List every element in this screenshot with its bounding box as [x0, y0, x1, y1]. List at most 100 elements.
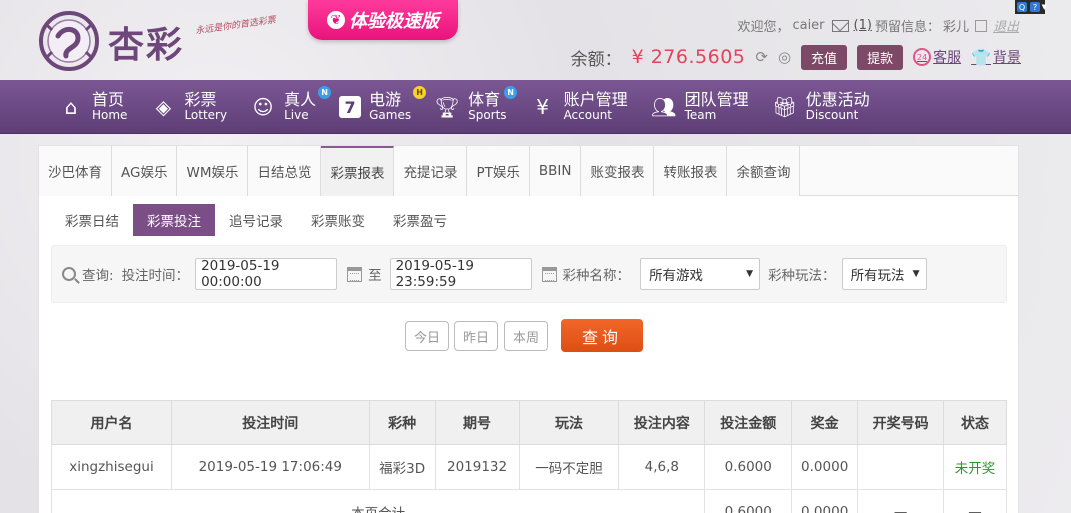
- new-badge: N: [504, 86, 518, 99]
- nav-item-sports[interactable]: 🏆︎ 体育 Sports N: [426, 80, 521, 134]
- nav-en-label: Sports: [468, 108, 507, 123]
- nav-cn-label: 电游: [369, 90, 402, 110]
- username: caier: [792, 18, 825, 33]
- tab-saba-sports[interactable]: 沙巴体育: [39, 146, 112, 196]
- col-lottery: 彩种: [368, 400, 436, 445]
- subtotal-row: 本页合计 0.6000 0.0000 — —: [50, 489, 1007, 513]
- start-time-input[interactable]: 2019-05-19 00:00:00: [195, 258, 338, 290]
- calendar-icon[interactable]: [541, 266, 557, 282]
- col-bet-amount: 投注金额: [704, 400, 793, 445]
- nav-item-account[interactable]: ¥ 账户管理 Account: [522, 80, 643, 134]
- main-nav: ⌂ 首页 Home ◈ 彩票 Lottery ☺ 真人 Live N 7 电游 Game…: [0, 80, 1071, 134]
- brand-name[interactable]: 杏彩: [108, 16, 184, 68]
- home-icon: ⌂: [64, 95, 78, 119]
- col-prize: 奖金: [791, 400, 859, 445]
- mail-icon[interactable]: [831, 19, 849, 32]
- subtab-lottery-bets[interactable]: 彩票投注: [133, 204, 215, 236]
- tab-transfer-report[interactable]: 转账报表: [654, 146, 728, 196]
- tab-account-change[interactable]: 账变报表: [581, 146, 655, 196]
- play-method-select-value: 所有玩法: [850, 268, 905, 284]
- tab-bbin[interactable]: BBIN: [529, 146, 582, 196]
- col-bet-content: 投注内容: [618, 400, 706, 445]
- logout-link[interactable]: 退出: [993, 16, 1019, 35]
- customer-service-label: 客服: [933, 50, 962, 66]
- yesterday-button[interactable]: 昨日: [454, 321, 498, 351]
- col-draw-number: 开奖号码: [857, 400, 945, 445]
- tab-ag[interactable]: AG娱乐: [112, 146, 178, 196]
- nav-cn-label: 彩票: [184, 90, 217, 110]
- cell-draw-number: [857, 444, 945, 490]
- this-week-button[interactable]: 本周: [504, 321, 548, 351]
- brand-logo-icon[interactable]: [38, 10, 100, 72]
- user-topbar: 欢迎您， caier (1) 预留信息： 彩儿 退出: [737, 16, 1019, 35]
- nav-en-label: Team: [684, 108, 717, 123]
- table-row[interactable]: xingzhisegui 2019-05-19 17:06:49 福彩3D 20…: [51, 444, 1007, 490]
- nav-item-team[interactable]: 👥︎ 团队管理 Team: [643, 80, 764, 134]
- play-method-label: 彩种玩法：: [768, 268, 836, 284]
- bet-records-table: 用户名 投注时间 彩种 期号 玩法 投注内容 投注金额 奖金 开奖号码 状态 x…: [50, 400, 1007, 513]
- report-tabs: 沙巴体育 AG娱乐 WM娱乐 日结总览 彩票报表 充提记录 PT娱乐 BBIN …: [39, 146, 1018, 196]
- cell-bet-amount: 0.6000: [704, 444, 793, 490]
- refresh-icon[interactable]: ⟳: [755, 48, 768, 66]
- trophy-icon: 🏆︎: [434, 95, 460, 119]
- nav-item-live[interactable]: ☺ 真人 Live N: [242, 80, 332, 134]
- promo-fast-version-button[interactable]: ❦ 体验极速版: [308, 0, 458, 40]
- help-icon[interactable]: ?: [1030, 2, 1040, 12]
- subtotal-prize: 0.0000: [791, 489, 859, 513]
- tray-chevron-down-icon[interactable]: ▼: [1042, 3, 1047, 11]
- system-tray: Q ?: [1015, 0, 1045, 14]
- to-label: 至: [368, 268, 382, 284]
- shirt-icon: 👕: [971, 47, 991, 67]
- cell-play: 一码不定胆: [518, 444, 620, 490]
- nav-cn-label: 团队管理: [684, 90, 749, 110]
- subtotal-status: —: [943, 489, 1007, 513]
- subtab-lottery-profit[interactable]: 彩票盈亏: [379, 204, 461, 236]
- headset-24-icon: 24: [913, 48, 932, 66]
- nav-item-lottery[interactable]: ◈ 彩票 Lottery: [142, 80, 242, 134]
- tab-wm[interactable]: WM娱乐: [177, 146, 249, 196]
- message-count-link[interactable]: (1): [854, 18, 872, 33]
- cell-username: xingzhisegui: [51, 444, 172, 490]
- subtab-lottery-account-change[interactable]: 彩票账变: [297, 204, 379, 236]
- table-header-row: 用户名 投注时间 彩种 期号 玩法 投注内容 投注金额 奖金 开奖号码 状态: [51, 400, 1007, 445]
- subtab-chase-records[interactable]: 追号记录: [215, 204, 297, 236]
- bet-time-label: 投注时间：: [121, 268, 190, 284]
- nav-item-home[interactable]: ⌂ 首页 Home: [50, 80, 142, 134]
- qq-icon[interactable]: Q: [1017, 2, 1027, 12]
- cell-issue: 2019132: [434, 444, 520, 490]
- gift-icon: 🎁︎: [771, 95, 798, 119]
- nav-en-label: Games: [369, 108, 412, 123]
- today-button[interactable]: 今日: [405, 321, 449, 351]
- col-issue: 期号: [434, 400, 520, 445]
- query-button[interactable]: 查询: [561, 319, 643, 352]
- withdraw-button[interactable]: 提款: [857, 44, 904, 70]
- search-icon: [62, 267, 76, 281]
- lottery-select[interactable]: 所有游戏 ▼: [640, 258, 761, 290]
- deposit-button[interactable]: 充值: [801, 44, 848, 70]
- nav-en-label: Home: [92, 108, 128, 123]
- tab-daily-overview[interactable]: 日结总览: [248, 146, 322, 196]
- nav-item-discount[interactable]: 🎁︎ 优惠活动 Discount: [764, 80, 885, 134]
- play-method-select[interactable]: 所有玩法 ▼: [841, 258, 927, 290]
- tab-deposit-withdraw[interactable]: 充提记录: [394, 146, 468, 196]
- forecast-value: 彩儿: [942, 20, 969, 35]
- cell-lottery: 福彩3D: [368, 444, 436, 490]
- hot-badge: H: [413, 86, 427, 99]
- customer-service-link[interactable]: 24 客服: [913, 47, 961, 67]
- col-status: 状态: [943, 400, 1007, 445]
- background-switch-link[interactable]: 👕 背景: [971, 47, 1021, 67]
- lottery-subtabs: 彩票日结 彩票投注 追号记录 彩票账变 彩票盈亏: [51, 204, 461, 236]
- tab-lottery-report[interactable]: 彩票报表: [321, 146, 395, 196]
- calendar-icon[interactable]: [347, 266, 363, 282]
- hide-eye-icon[interactable]: ◎: [778, 48, 791, 66]
- edit-icon[interactable]: [974, 19, 987, 32]
- end-time-input[interactable]: 2019-05-19 23:59:59: [389, 258, 532, 290]
- nav-cn-label: 体育: [468, 90, 501, 110]
- tab-balance-query[interactable]: 余额查询: [727, 146, 801, 196]
- welcome-text: 欢迎您，: [737, 20, 790, 35]
- filter-bar: 查询: 投注时间： 2019-05-19 00:00:00 至 2019-05-…: [51, 245, 1007, 303]
- tab-pt[interactable]: PT娱乐: [467, 146, 530, 196]
- nav-item-games[interactable]: 7 电游 Games H: [331, 80, 427, 134]
- subtotal-draw: —: [857, 489, 945, 513]
- subtab-lottery-daily[interactable]: 彩票日结: [51, 204, 133, 236]
